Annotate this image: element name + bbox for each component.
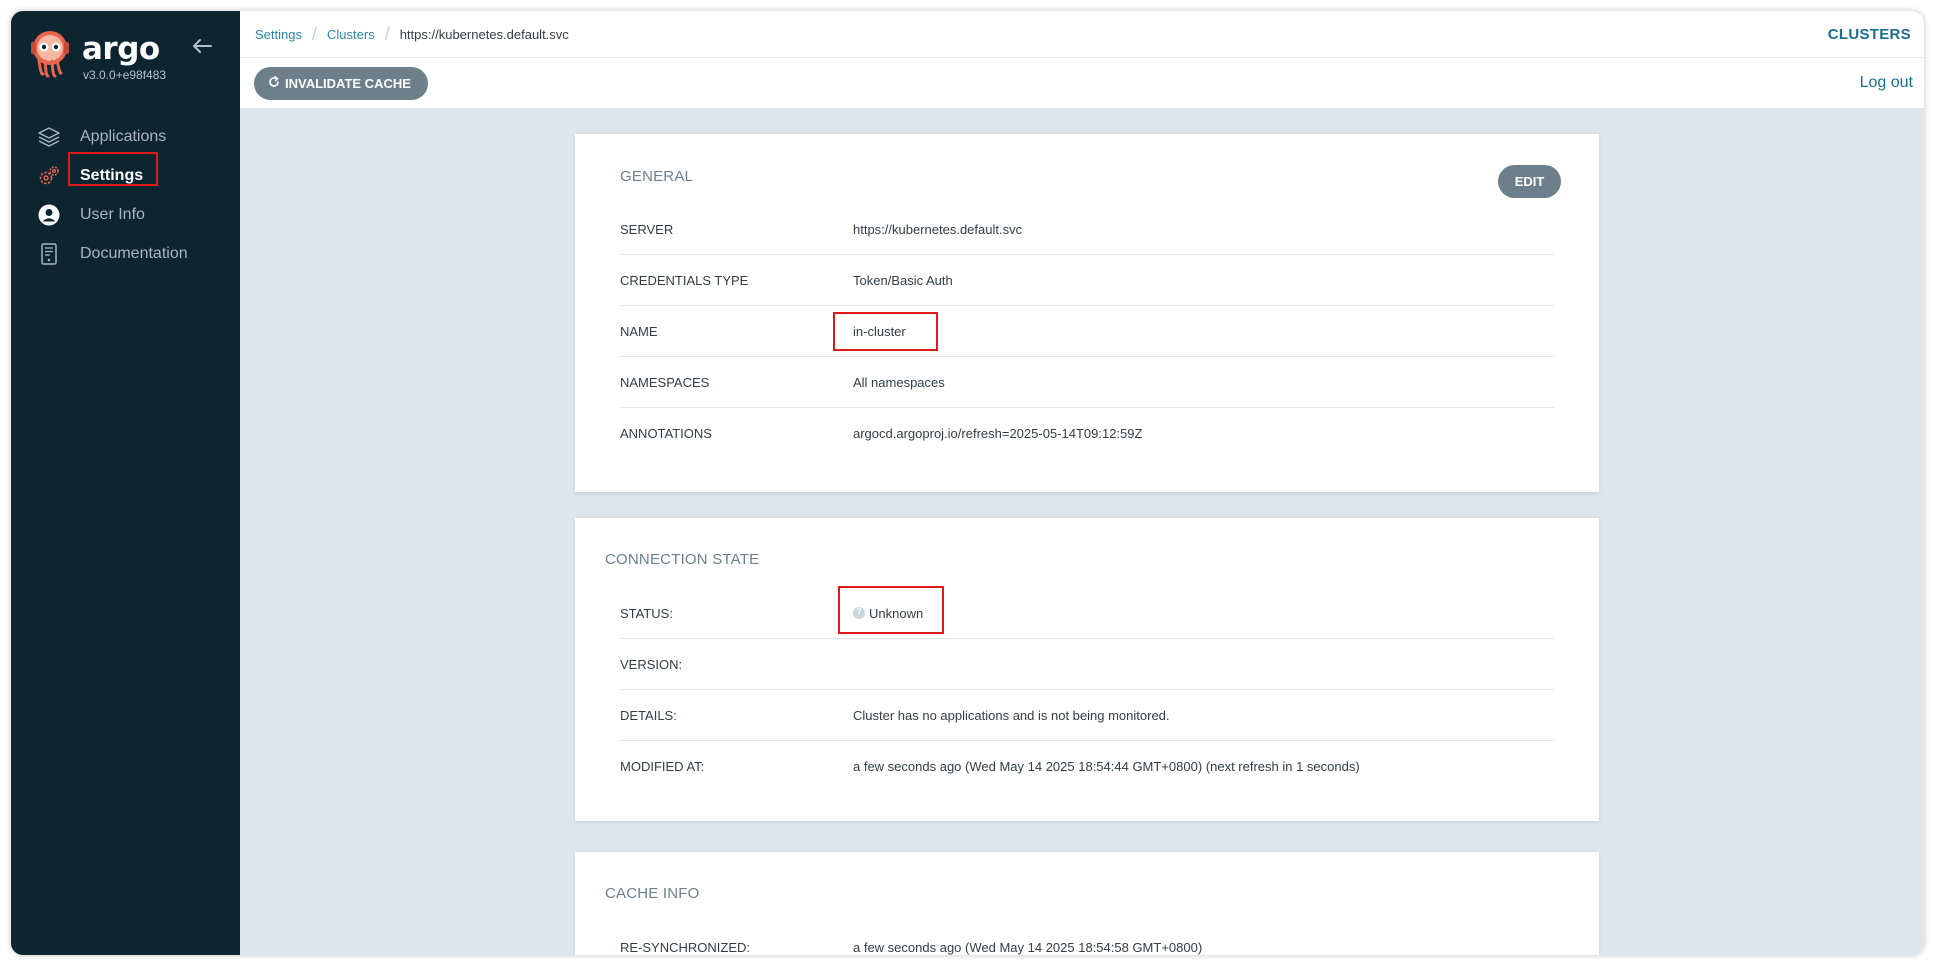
breadcrumb-clusters[interactable]: Clusters — [327, 27, 375, 42]
question-circle-icon — [853, 606, 865, 619]
connection-row-status: STATUS: Unknown — [620, 588, 1554, 639]
toolbar: INVALIDATE CACHE Log out — [240, 58, 1924, 108]
logout-link[interactable]: Log out — [1860, 58, 1913, 108]
invalidate-cache-label: INVALIDATE CACHE — [285, 76, 411, 91]
app-window: argo v3.0.0+e98f483 Applications Setting… — [11, 11, 1924, 955]
gears-icon — [37, 164, 61, 188]
invalidate-cache-button[interactable]: INVALIDATE CACHE — [254, 67, 428, 100]
layers-icon — [37, 125, 61, 149]
cache-info-card: CACHE INFO RE-SYNCHRONIZED: a few second… — [575, 852, 1599, 955]
general-row-server: SERVER https://kubernetes.default.svc — [620, 204, 1554, 255]
general-title: GENERAL — [620, 168, 694, 185]
page-title: CLUSTERS — [1827, 26, 1911, 43]
row-key: NAMESPACES — [620, 374, 710, 390]
cache-row-resynchronized: RE-SYNCHRONIZED: a few seconds ago (Wed … — [620, 922, 1554, 955]
sidebar-item-label: Documentation — [80, 244, 188, 262]
general-row-name: NAME in-cluster — [620, 306, 1554, 357]
row-value: a few seconds ago (Wed May 14 2025 18:54… — [853, 940, 1203, 955]
row-key: SERVER — [620, 221, 674, 237]
connection-row-version: VERSION: — [620, 639, 1554, 690]
main-content: GENERAL EDIT SERVER https://kubernetes.d… — [240, 108, 1924, 955]
connection-title: CONNECTION STATE — [605, 551, 760, 568]
row-value: https://kubernetes.default.svc — [853, 221, 1023, 237]
sidebar-nav: Applications Settings User Info Document… — [11, 117, 240, 273]
status-text: Unknown — [869, 605, 924, 621]
arrow-left-icon — [192, 38, 212, 59]
sidebar-item-label: Settings — [80, 166, 144, 184]
general-row-credentials-type: CREDENTIALS TYPE Token/Basic Auth — [620, 255, 1554, 306]
row-value: All namespaces — [853, 374, 945, 390]
row-key: MODIFIED AT: — [620, 759, 705, 774]
row-value: Unknown — [853, 606, 923, 621]
row-key: STATUS: — [620, 605, 673, 621]
row-key: CREDENTIALS TYPE — [620, 272, 749, 288]
sidebar-item-documentation[interactable]: Documentation — [11, 234, 240, 273]
breadcrumb-settings[interactable]: Settings — [255, 27, 302, 42]
sidebar: argo v3.0.0+e98f483 Applications Setting… — [11, 11, 240, 955]
row-key: NAME — [620, 323, 658, 339]
collapse-sidebar-button[interactable] — [189, 37, 215, 59]
row-key: DETAILS: — [620, 707, 677, 723]
refresh-icon — [268, 76, 285, 91]
row-value: Token/Basic Auth — [853, 272, 953, 288]
edit-button[interactable]: EDIT — [1498, 165, 1561, 198]
connection-state-card: CONNECTION STATE STATUS: Unknown VERSION… — [575, 518, 1599, 821]
breadcrumb: Settings / Clusters / https://kubernetes… — [255, 11, 569, 58]
general-card: GENERAL EDIT SERVER https://kubernetes.d… — [575, 134, 1599, 492]
general-row-annotations: ANNOTATIONS argocd.argoproj.io/refresh=2… — [620, 408, 1554, 459]
row-value: in-cluster — [853, 323, 906, 339]
breadcrumb-separator: / — [311, 24, 317, 44]
user-circle-icon — [37, 203, 61, 227]
sidebar-item-label: User Info — [80, 205, 145, 223]
sidebar-item-label: Applications — [80, 127, 167, 145]
breadcrumb-current: https://kubernetes.default.svc — [399, 27, 569, 42]
connection-row-details: DETAILS: Cluster has no applications and… — [620, 690, 1554, 741]
row-key: ANNOTATIONS — [620, 426, 712, 441]
brand-name: argo — [82, 31, 160, 67]
top-bar: Settings / Clusters / https://kubernetes… — [240, 11, 1924, 58]
row-value: argocd.argoproj.io/refresh=2025-05-14T09… — [853, 426, 1143, 441]
book-icon — [37, 242, 61, 266]
sidebar-item-settings[interactable]: Settings — [11, 156, 240, 195]
cache-title: CACHE INFO — [605, 885, 700, 902]
breadcrumb-separator: / — [384, 24, 390, 44]
general-row-namespaces: NAMESPACES All namespaces — [620, 357, 1554, 408]
row-key: RE-SYNCHRONIZED: — [620, 940, 751, 955]
row-key: VERSION: — [620, 656, 683, 672]
argo-logo-icon[interactable] — [29, 30, 71, 78]
sidebar-item-user-info[interactable]: User Info — [11, 195, 240, 234]
sidebar-item-applications[interactable]: Applications — [11, 117, 240, 156]
row-value: a few seconds ago (Wed May 14 2025 18:54… — [853, 759, 1360, 774]
row-value: Cluster has no applications and is not b… — [853, 707, 1170, 723]
connection-row-modified-at: MODIFIED AT: a few seconds ago (Wed May … — [620, 741, 1554, 792]
brand-version: v3.0.0+e98f483 — [83, 68, 167, 82]
